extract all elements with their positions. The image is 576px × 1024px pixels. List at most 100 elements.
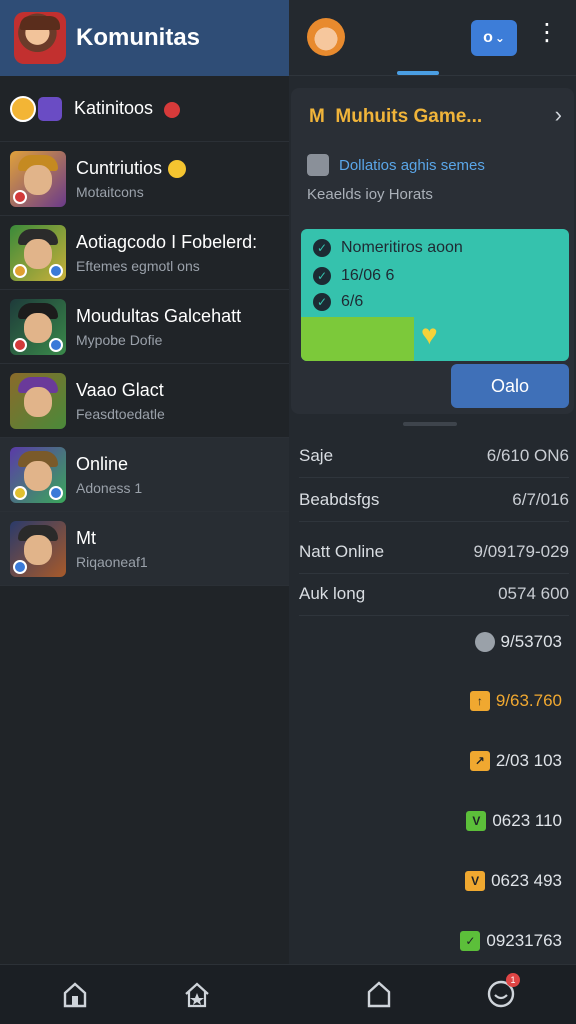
stat-row: Auk long 0574 600 — [299, 572, 569, 616]
status-icon: V — [466, 811, 487, 831]
check-badge-icon: ✓ — [313, 267, 331, 285]
profile-icon[interactable]: 1 — [486, 973, 520, 1009]
heart-icon: ♥ — [421, 319, 438, 350]
checkbox-row[interactable]: Dollatios aghis semes — [307, 154, 485, 176]
card-title[interactable]: M Muhuits Game... — [309, 106, 482, 128]
active-tab-indicator — [397, 71, 439, 75]
avatar — [10, 95, 36, 122]
value-text: 9/63.760 — [495, 691, 562, 710]
star-house-icon[interactable] — [182, 979, 212, 1009]
list-item[interactable]: Katinitoos — [0, 76, 289, 142]
language-dropdown-button[interactable]: o ⌄ — [471, 20, 517, 56]
check-circle-icon: ✓ — [313, 293, 331, 311]
checkbox-label: Dollatios aghis semes — [339, 156, 485, 174]
game-card: M Muhuits Game... › Dollatios aghis seme… — [291, 88, 574, 414]
value-row: ↗ 2/03 103 — [469, 751, 562, 771]
list-item[interactable]: Online Adoness 1 — [0, 438, 289, 512]
value-row: 9/53703 — [474, 632, 562, 652]
list-item-subtitle: Motaitcons — [76, 183, 144, 200]
drag-handle[interactable] — [403, 422, 457, 426]
progress-bar — [301, 317, 414, 361]
stat-row: Saje 6/610 ON6 — [299, 434, 569, 478]
status-text: Nomeritiros aoon — [341, 239, 463, 256]
app-title: Komunitas — [76, 24, 201, 51]
status-line: ✓ Nomeritiros aoon — [313, 239, 463, 257]
community-thumbnail — [10, 224, 66, 281]
community-thumbnail — [10, 446, 66, 503]
mini-avatars — [10, 95, 62, 122]
list-item[interactable]: Moudultas Galcehatt Mypobe Dofie — [0, 290, 289, 364]
list-item-title: Mt — [76, 527, 96, 548]
stat-value: 6/7/016 — [512, 489, 569, 509]
list-item-subtitle: Mypobe Dofie — [76, 331, 163, 348]
list-item-title: Aotiagcodo I Fobelerd: — [76, 231, 258, 252]
value-row: V 0623 110 — [466, 811, 562, 831]
smile-emoji-icon — [168, 160, 187, 179]
value-text: 09231763 — [486, 931, 562, 950]
value-text: 0623 110 — [492, 811, 562, 830]
bottom-navigation: 1 — [0, 964, 576, 1024]
list-item-title: Online — [76, 453, 129, 474]
value-row: ↑ 9/63.760 — [469, 691, 562, 711]
card-action-button[interactable]: Oalo — [451, 364, 569, 408]
value-text: 0623 493 — [491, 871, 562, 890]
app-logo[interactable] — [14, 12, 66, 64]
value-text: 2/03 103 — [495, 751, 562, 770]
detail-panel: o ⌄ ⋮ M Muhuits Game... › Dollatios aghis… — [289, 0, 576, 964]
avatar — [38, 96, 62, 121]
status-panel: ✓ Nomeritiros aoon ✓ 16/06 6 ✓ 6/6 ♥ — [301, 229, 569, 361]
home-icon[interactable] — [60, 979, 90, 1009]
value-text: 9/53703 — [500, 632, 562, 651]
status-line: ✓ 6/6 — [313, 293, 363, 311]
list-item-subtitle: Feasdtoedatle — [76, 405, 165, 422]
stat-label: Beabdsfgs — [299, 489, 380, 509]
status-icon: V — [465, 871, 486, 891]
card-subtitle: Keaelds ioy Horats — [307, 186, 433, 203]
checkbox[interactable] — [307, 154, 329, 176]
list-item-subtitle: Adoness 1 — [76, 479, 143, 496]
status-icon: ✓ — [460, 931, 481, 951]
stat-row: Natt Online 9/09179-029 — [299, 530, 569, 574]
list-item-title: Vaao Glact — [76, 379, 164, 400]
language-button-label: o — [483, 29, 493, 46]
community-list-panel: Komunitas Katinitoos Cuntriutios Motaitc… — [0, 0, 289, 964]
community-thumbnail — [10, 520, 66, 577]
community-thumbnail — [10, 150, 66, 207]
status-text: 6/6 — [341, 293, 364, 310]
list-item-title: Moudultas Galcehatt — [76, 305, 242, 326]
app-header: Komunitas — [0, 0, 289, 76]
list-item[interactable]: Cuntriutios Motaitcons — [0, 142, 289, 216]
chevron-down-icon: ⌄ — [494, 31, 505, 45]
list-item-title: Katinitoos — [74, 98, 154, 118]
community-list: Katinitoos Cuntriutios Motaitcons Aotiag… — [0, 76, 289, 586]
stat-value: 6/610 ON6 — [486, 445, 569, 465]
list-item[interactable]: Vaao Glact Feasdtoedatle — [0, 364, 289, 438]
stat-label: Auk long — [299, 583, 366, 603]
detail-header: o ⌄ ⋮ — [289, 0, 576, 76]
user-avatar[interactable] — [307, 18, 345, 56]
list-item-subtitle: Eftemes egmotl ons — [76, 257, 200, 274]
stat-label: Saje — [299, 445, 334, 465]
stat-value: 9/09179-029 — [473, 541, 569, 561]
list-item[interactable]: Aotiagcodo I Fobelerd: Eftemes egmotl on… — [0, 216, 289, 290]
community-thumbnail — [10, 372, 66, 429]
stat-label: Natt Online — [299, 541, 385, 561]
bookmark-icon[interactable] — [364, 979, 394, 1009]
alert-badge-icon — [163, 101, 180, 118]
check-circle-icon: ✓ — [313, 239, 331, 257]
status-line: ✓ 16/06 6 — [313, 267, 394, 285]
list-item-title: Cuntriutios — [76, 157, 163, 178]
stat-row: Beabdsfgs 6/7/016 — [299, 478, 569, 522]
chevron-right-icon[interactable]: › — [555, 102, 562, 128]
list-item-subtitle: Riqaoneaf1 — [76, 553, 148, 570]
list-item[interactable]: Mt Riqaoneaf1 — [0, 512, 289, 586]
community-thumbnail — [10, 298, 66, 355]
notification-badge: 1 — [506, 973, 520, 987]
value-row: ✓ 09231763 — [460, 931, 562, 951]
status-icon — [474, 632, 495, 652]
status-text: 16/06 6 — [341, 267, 395, 284]
status-icon: ↗ — [469, 751, 490, 771]
value-row: V 0623 493 — [465, 871, 562, 891]
more-options-icon[interactable]: ⋮ — [535, 21, 559, 52]
stat-value: 0574 600 — [498, 583, 569, 603]
